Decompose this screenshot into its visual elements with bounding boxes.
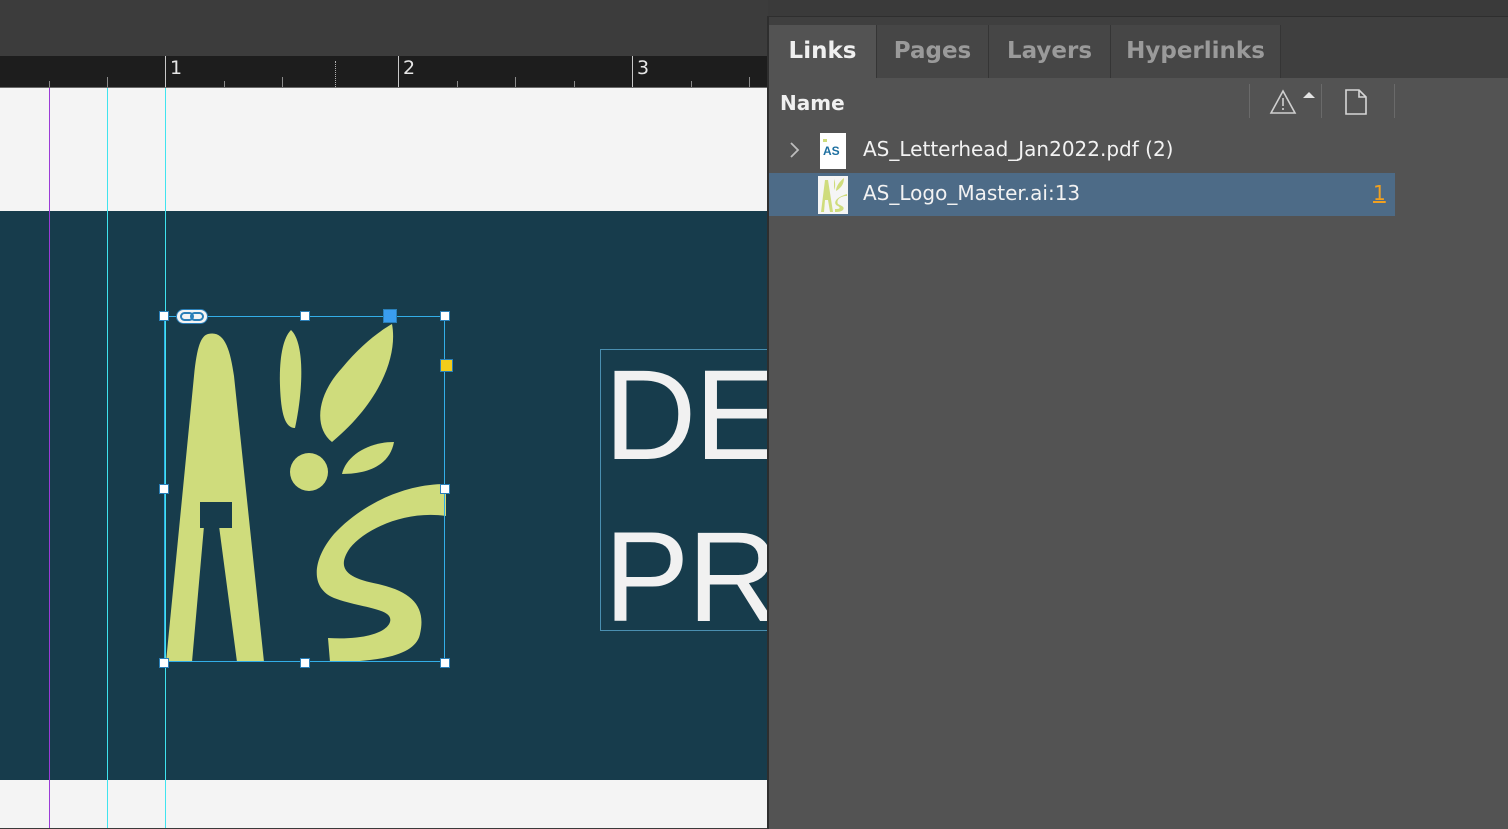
resize-handle-bottom-left[interactable] bbox=[159, 658, 169, 668]
link-row[interactable]: AS AS_Letterhead_Jan2022.pdf (2) bbox=[769, 129, 1395, 172]
resize-handle-left[interactable] bbox=[159, 484, 169, 494]
resize-handle-top-right[interactable] bbox=[440, 311, 450, 321]
headline-line-2: PR bbox=[604, 506, 768, 649]
document-canvas[interactable]: 1 2 3 DE PR bbox=[0, 0, 768, 828]
page-icon[interactable] bbox=[1344, 89, 1368, 115]
link-badge-icon[interactable] bbox=[176, 309, 208, 324]
margin-guide[interactable] bbox=[49, 88, 50, 828]
link-name: AS_Logo_Master.ai:13 bbox=[863, 181, 1081, 205]
letterhead-thumbnail-icon: AS bbox=[820, 133, 846, 169]
link-page-number[interactable]: 1 bbox=[1373, 181, 1386, 205]
headline-line-1: DE bbox=[604, 344, 768, 487]
resize-handle-top[interactable] bbox=[300, 311, 310, 321]
ruler-label-1: 1 bbox=[170, 57, 183, 79]
chevron-right-icon[interactable] bbox=[789, 141, 801, 159]
tab-pages[interactable]: Pages bbox=[877, 25, 989, 78]
resize-handle-right[interactable] bbox=[440, 484, 450, 494]
ruler-label-2: 2 bbox=[403, 57, 416, 79]
link-name: AS_Letterhead_Jan2022.pdf (2) bbox=[863, 137, 1174, 161]
tab-hyperlinks[interactable]: Hyperlinks bbox=[1111, 25, 1281, 78]
links-panel: Links Pages Layers Hyperlinks Name AS AS… bbox=[767, 16, 1508, 829]
ruler-guide[interactable] bbox=[107, 88, 108, 828]
tab-links[interactable]: Links bbox=[769, 25, 877, 78]
panel-tab-bar: Links Pages Layers Hyperlinks bbox=[769, 17, 1508, 78]
logo-thumbnail-icon bbox=[818, 176, 848, 214]
selected-logo-frame[interactable] bbox=[164, 316, 445, 662]
ruler-label-3: 3 bbox=[637, 57, 650, 79]
warning-triangle-icon[interactable] bbox=[1269, 88, 1325, 118]
content-grabber-handle[interactable] bbox=[383, 309, 397, 323]
tab-layers[interactable]: Layers bbox=[989, 25, 1111, 78]
horizontal-ruler[interactable]: 1 2 3 bbox=[0, 56, 768, 88]
resize-handle-bottom-right[interactable] bbox=[440, 658, 450, 668]
link-row-selected[interactable]: AS_Logo_Master.ai:13 1 bbox=[769, 173, 1395, 216]
corner-options-handle[interactable] bbox=[440, 359, 453, 372]
resize-handle-top-left[interactable] bbox=[159, 311, 169, 321]
links-column-header: Name bbox=[769, 78, 1508, 128]
document-page[interactable]: DE PR bbox=[0, 88, 768, 828]
resize-handle-bottom[interactable] bbox=[300, 658, 310, 668]
svg-text:AS: AS bbox=[823, 144, 840, 158]
column-name-header[interactable]: Name bbox=[780, 91, 845, 115]
